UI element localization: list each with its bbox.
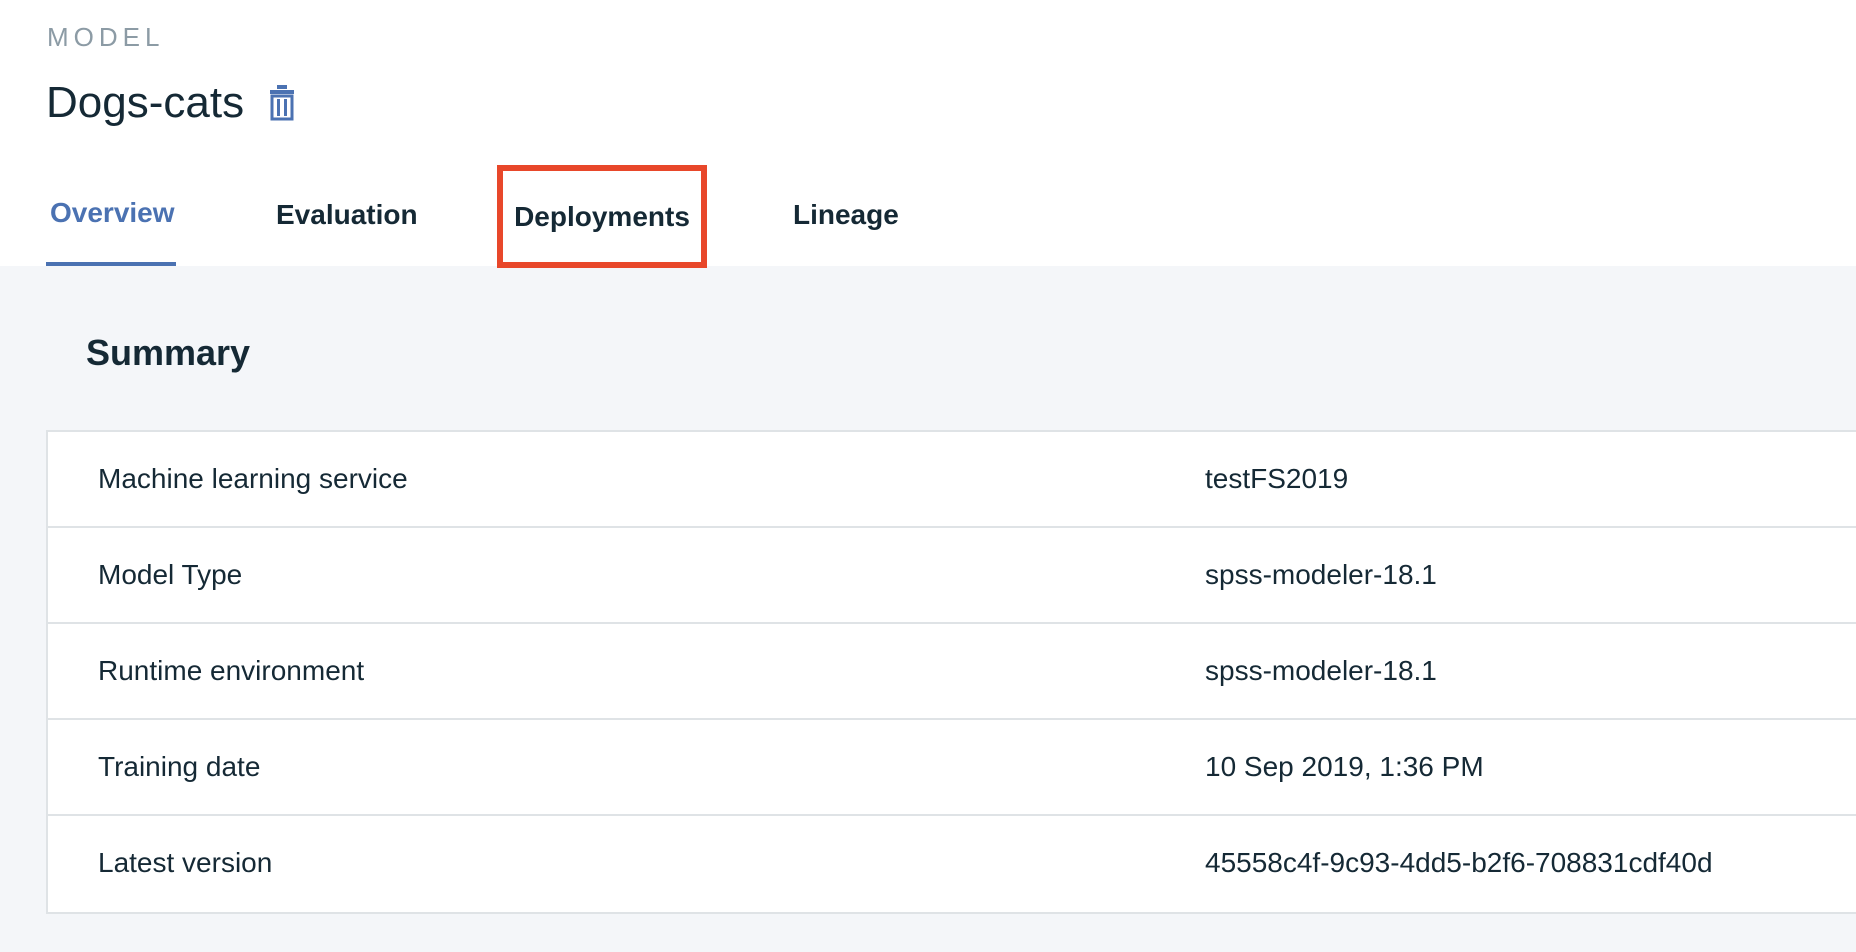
- table-row: Training date 10 Sep 2019, 1:36 PM: [48, 720, 1856, 816]
- tab-overview[interactable]: Overview: [46, 164, 176, 266]
- table-row: Runtime environment spss-modeler-18.1: [48, 624, 1856, 720]
- table-row: Model Type spss-modeler-18.1: [48, 528, 1856, 624]
- table-row: Latest version 45558c4f-9c93-4dd5-b2f6-7…: [48, 816, 1856, 912]
- row-value: spss-modeler-18.1: [1205, 655, 1437, 686]
- row-label: Runtime environment: [98, 655, 365, 686]
- row-value: 45558c4f-9c93-4dd5-b2f6-708831cdf40d: [1205, 847, 1713, 878]
- page-eyebrow: MODEL: [47, 22, 165, 52]
- row-value: spss-modeler-18.1: [1205, 559, 1437, 590]
- row-value: testFS2019: [1205, 463, 1349, 494]
- trash-icon[interactable]: [268, 85, 296, 121]
- row-label: Model Type: [98, 559, 243, 590]
- row-value: 10 Sep 2019, 1:36 PM: [1205, 751, 1484, 782]
- tab-deployments[interactable]: Deployments: [497, 165, 707, 268]
- title-row: Dogs-cats: [46, 76, 296, 130]
- summary-heading: Summary: [86, 332, 251, 373]
- row-label: Training date: [98, 751, 261, 782]
- row-label: Machine learning service: [98, 463, 408, 494]
- tab-bar: Overview Evaluation Deployments Lineage: [46, 164, 1046, 268]
- tab-evaluation[interactable]: Evaluation: [276, 164, 418, 266]
- tab-lineage[interactable]: Lineage: [793, 164, 899, 266]
- summary-table: Machine learning service testFS2019 Mode…: [46, 430, 1856, 914]
- page-title: Dogs-cats: [46, 78, 245, 127]
- table-row: Machine learning service testFS2019: [48, 432, 1856, 528]
- row-label: Latest version: [98, 847, 273, 878]
- page-header: MODEL Dogs-cats Overview Evaluation Depl…: [0, 0, 1856, 268]
